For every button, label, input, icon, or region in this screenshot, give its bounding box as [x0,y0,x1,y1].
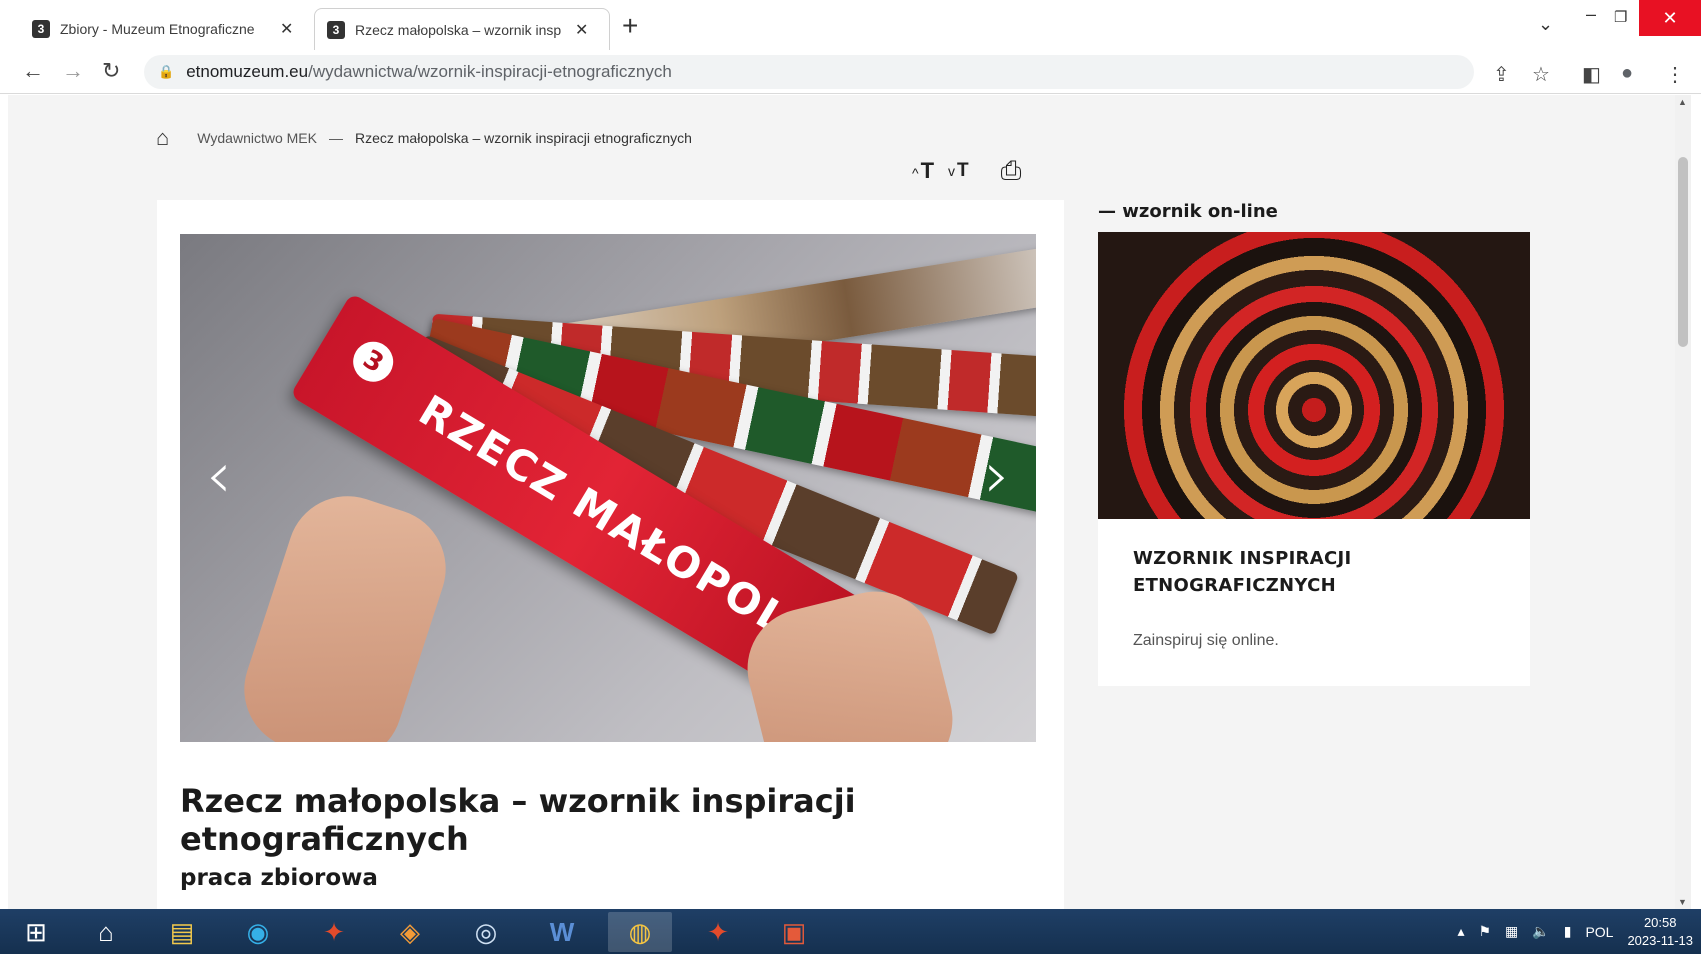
chrome-icon[interactable]: ◍ [608,912,672,952]
action-center-flag-icon[interactable]: ⚑ [1478,923,1491,940]
page-content: ⌂ Wydawnictwo MEK — Rzecz małopolska – w… [8,95,1675,909]
ccleaner-icon[interactable]: ✦ [686,912,750,952]
card-description: Zainspiruj się online. [1133,632,1279,649]
system-tray: ▴ ⚑ ▦ 🔈 ▮ POL 20:58 2023-11-13 [1457,909,1693,954]
home-app-icon[interactable]: ⌂ [74,912,138,952]
restore-button[interactable]: ❐ [1614,8,1627,26]
hand-image [228,480,462,742]
page-subtitle: praca zbiorowa [180,865,378,891]
tab-rzecz-malopolska[interactable]: 3 Rzecz małopolska – wzornik insp ✕ [314,8,610,50]
print-icon[interactable]: ⎙ [1001,155,1022,187]
minimize-button[interactable]: – [1586,4,1596,25]
tab-strip: 3 Zbiory - Muzeum Etnograficzne ✕ 3 Rzec… [0,0,1701,50]
start-button-icon[interactable]: ⊞ [4,912,68,952]
sidebar-heading: — wzornik on-line [1098,201,1278,222]
forward-button[interactable]: → [62,58,84,84]
browser-toolbar: ← → ↻ 🔒 etnomuzeum.eu/wydawnictwa/wzorni… [0,50,1701,94]
scroll-down-icon[interactable]: ▼ [1678,897,1687,907]
network-icon[interactable]: ▦ [1505,923,1518,940]
page-scrollbar[interactable]: ▲ ▼ [1675,95,1691,909]
museum-favicon-icon: 3 [327,20,345,39]
back-button[interactable]: ← [22,58,44,84]
chevron-down-icon: v [948,163,956,179]
museum-logo-icon: 3 [345,334,401,390]
edge-browser-icon[interactable]: ◉ [226,912,290,952]
side-panel-icon[interactable]: ◧ [1582,62,1601,87]
reload-button[interactable]: ↻ [102,58,120,84]
slider-next-arrow-icon[interactable]: › [984,439,1010,513]
scroll-up-icon[interactable]: ▲ [1678,97,1687,107]
slider-prev-arrow-icon[interactable]: ‹ [206,439,232,513]
media-player-icon[interactable]: ◎ [454,912,518,952]
breadcrumb: ⌂ Wydawnictwo MEK — Rzecz małopolska – w… [156,125,692,151]
tab-search-dropdown-icon[interactable]: ⌄ [1538,14,1553,35]
url-host: etnomuzeum.eu [186,62,309,81]
main-article-card: 3 RZECZ MAŁOPOLSKA ‹ › Rzecz małopolska … [157,200,1064,909]
image-slider[interactable]: 3 RZECZ MAŁOPOLSKA ‹ › [180,234,1036,742]
volume-icon[interactable]: 🔈 [1532,923,1549,940]
tab-close-icon[interactable]: ✕ [575,20,588,40]
card-title[interactable]: WZORNIK INSPIRACJI ETNOGRAFICZNYCH [1133,545,1493,599]
file-explorer-icon[interactable]: ▤ [150,912,214,952]
tray-expand-icon[interactable]: ▴ [1457,923,1464,940]
online-pattern-book-card[interactable]: WZORNIK INSPIRACJI ETNOGRAFICZNYCH Zains… [1098,232,1530,686]
decrease-font-button[interactable]: vT [948,160,969,182]
presentation-app-icon[interactable]: ▣ [762,912,826,952]
window-close-button[interactable]: ✕ [1639,0,1701,36]
home-icon[interactable]: ⌂ [156,125,169,151]
taskbar-clock[interactable]: 20:58 2023-11-13 [1627,914,1693,950]
tab-close-icon[interactable]: ✕ [280,19,293,39]
windows-taskbar: ⊞ ⌂ ▤ ◉ ✦ ◈ ◎ W ◍ ✦ ▣ ▴ ⚑ ▦ 🔈 ▮ POL 20:5… [0,909,1701,954]
profile-avatar-icon[interactable]: ● [1621,62,1633,85]
new-tab-button[interactable]: + [622,12,638,40]
tab-title: Zbiory - Muzeum Etnograficzne [60,21,255,37]
page-title: Rzecz małopolska – wzornik inspiracji et… [180,782,856,858]
clock-time: 20:58 [1643,914,1677,930]
breadcrumb-separator: — [328,130,343,146]
tab-title: Rzecz małopolska – wzornik insp [355,21,562,38]
museum-favicon-icon: 3 [32,20,50,38]
font-size-large-icon: T [920,158,935,183]
input-language[interactable]: POL [1585,924,1613,940]
share-icon[interactable]: ⇪ [1493,62,1510,87]
clock-date: 2023-11-13 [1627,932,1693,948]
url-path: /wydawnictwa/wzornik-inspiracji-etnograf… [308,62,672,81]
ccleaner-icon[interactable]: ✦ [302,912,366,952]
breadcrumb-current: Rzecz małopolska – wzornik inspiracji et… [354,130,692,146]
image-app-icon[interactable]: ◈ [378,912,442,952]
tab-zbiory[interactable]: 3 Zbiory - Muzeum Etnograficzne ✕ [20,8,310,50]
chevron-up-icon: ^ [912,165,919,181]
text-tools: ^ T vT ⎙ [912,155,1021,187]
font-size-small-icon: T [957,160,969,181]
embroidery-spiral-image[interactable] [1098,232,1530,519]
address-bar[interactable]: 🔒 etnomuzeum.eu/wydawnictwa/wzornik-insp… [144,55,1474,89]
breadcrumb-parent-link[interactable]: Wydawnictwo MEK [197,130,317,146]
bookmark-star-icon[interactable]: ☆ [1532,62,1550,87]
increase-font-button[interactable]: ^ T [912,158,934,184]
word-icon[interactable]: W [530,912,594,952]
signal-icon[interactable]: ▮ [1564,923,1572,940]
lock-icon[interactable]: 🔒 [158,64,174,80]
scrollbar-thumb[interactable] [1678,157,1688,347]
browser-menu-icon[interactable]: ⋮ [1665,62,1685,87]
